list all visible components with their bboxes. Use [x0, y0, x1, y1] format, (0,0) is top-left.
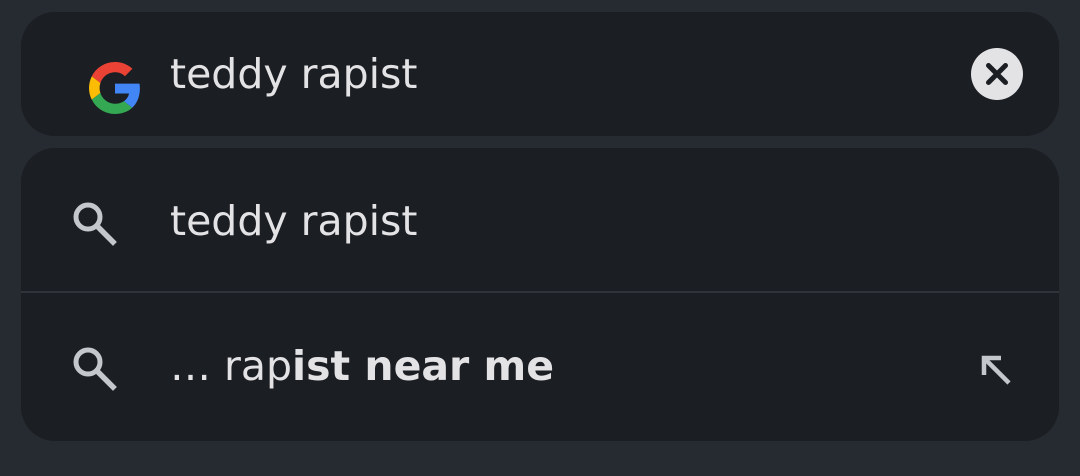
search-bar[interactable]: teddy rapist: [21, 12, 1059, 136]
suggestion-item[interactable]: teddy rapist: [21, 148, 1059, 293]
suggestion-text: teddy rapist: [170, 197, 418, 245]
search-icon: [73, 347, 117, 391]
suggestion-text-prefix: … rap: [170, 342, 293, 390]
arrow-up-left-icon[interactable]: [979, 353, 1013, 387]
google-g-icon: [89, 62, 140, 114]
search-icon: [73, 202, 117, 246]
suggestion-text: … rapist near me: [170, 342, 554, 390]
clear-button[interactable]: [970, 47, 1024, 101]
suggestions-list: teddy rapist … rapist near me: [21, 148, 1059, 441]
suggestion-item[interactable]: … rapist near me: [21, 293, 1059, 438]
search-input[interactable]: teddy rapist: [170, 50, 417, 98]
suggestion-text-completion: ist near me: [292, 342, 555, 390]
